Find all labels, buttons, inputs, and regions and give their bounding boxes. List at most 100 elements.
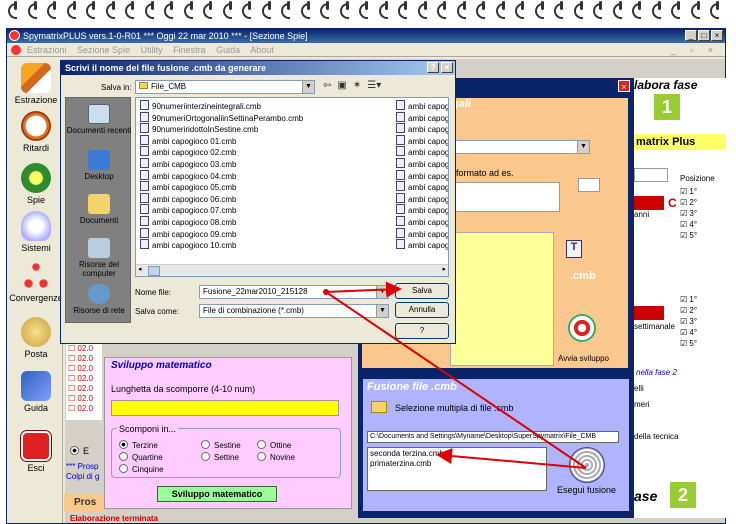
close-icon[interactable]: ×: [618, 80, 630, 92]
save-button[interactable]: Salva: [395, 283, 449, 299]
combo-small[interactable]: [634, 168, 668, 182]
file-item[interactable]: ambi capogioco 10.cmb: [140, 239, 392, 251]
draw-row[interactable]: ☐ 02.0: [66, 374, 102, 384]
panel-combo[interactable]: ▼: [450, 140, 590, 154]
toolbar-posta[interactable]: Posta: [9, 317, 63, 359]
file-item[interactable]: ambi capogi: [396, 193, 448, 205]
radio-ottine[interactable]: Ottine: [257, 440, 291, 450]
file-item[interactable]: ambi capogi: [396, 123, 448, 135]
new-folder-icon[interactable]: ✶: [353, 80, 361, 91]
toolbar-ritardi[interactable]: Ritardi: [9, 111, 63, 153]
draw-row[interactable]: ☐ 02.0: [66, 394, 102, 404]
menu-item[interactable]: Estrazioni: [27, 45, 67, 55]
filename-input[interactable]: Fusione_22mar2010_215128 ▼: [199, 285, 389, 299]
radio-settine[interactable]: Settine: [201, 452, 239, 462]
file-item[interactable]: ambi capogi: [396, 112, 448, 124]
view-menu-icon[interactable]: ☰▾: [367, 80, 381, 91]
path-field[interactable]: C:\Documents and Settings\Myname\Desktop…: [367, 431, 619, 443]
list-item[interactable]: seconda terzina.cmb: [370, 449, 544, 459]
format-field[interactable]: [450, 182, 560, 212]
radio-novine[interactable]: Novine: [257, 452, 295, 462]
menu-item[interactable]: Sezione Spie: [77, 45, 130, 55]
place-recent[interactable]: Documenti recenti: [66, 104, 132, 135]
scroll-left-icon[interactable]: ◂: [138, 265, 142, 273]
cancel-button[interactable]: Annulla: [395, 302, 449, 318]
draw-row[interactable]: ☐ 02.0: [66, 364, 102, 374]
file-item[interactable]: ambi capogioco 02.cmb: [140, 146, 392, 158]
place-desktop[interactable]: Desktop: [66, 150, 132, 181]
numbers-area[interactable]: [450, 232, 554, 366]
spiral-ring: [102, 0, 122, 22]
draw-row[interactable]: ☐ 02.0: [66, 404, 102, 414]
red-swatch-2: [634, 306, 664, 320]
file-item[interactable]: ambi capogi: [396, 170, 448, 182]
run-math-button[interactable]: Sviluppo matematico: [157, 486, 277, 502]
toolbar-convergenze[interactable]: Convergenze: [9, 261, 63, 303]
file-item[interactable]: ambi capogioco 01.cmb: [140, 135, 392, 147]
menu-item[interactable]: Utility: [141, 45, 163, 55]
file-item[interactable]: ambi capogi: [396, 181, 448, 193]
dialog-close-button[interactable]: ×: [441, 62, 453, 73]
folder-icon[interactable]: [371, 401, 387, 413]
target-icon[interactable]: [568, 314, 596, 342]
file-item[interactable]: ambi capogioco 09.cmb: [140, 228, 392, 240]
back-icon[interactable]: ⇦: [323, 80, 331, 91]
help-button[interactable]: ?: [395, 323, 449, 339]
file-item[interactable]: ambi capogioco 06.cmb: [140, 193, 392, 205]
file-item[interactable]: ambi capogi: [396, 204, 448, 216]
e-radio[interactable]: E: [70, 446, 89, 456]
radio-terzine[interactable]: Terzine: [119, 440, 158, 450]
save-in-combo[interactable]: File_CMB ▼: [135, 80, 315, 94]
file-item[interactable]: 90numeriinterzineintegrali.cmb: [140, 100, 392, 112]
file-item[interactable]: ambi capogi: [396, 100, 448, 112]
place-network[interactable]: Risorse di rete: [66, 284, 132, 315]
draw-row[interactable]: ☐ 02.0: [66, 354, 102, 364]
file-item[interactable]: ambi capogi: [396, 239, 448, 251]
file-item[interactable]: ambi capogioco 07.cmb: [140, 204, 392, 216]
toolbar-esci[interactable]: Esci: [9, 431, 63, 473]
file-item[interactable]: ambi capogi: [396, 216, 448, 228]
file-item[interactable]: ambi capogioco 03.cmb: [140, 158, 392, 170]
small-field[interactable]: [578, 178, 600, 192]
file-item[interactable]: ambi capogi: [396, 158, 448, 170]
radio-sestine[interactable]: Sestine: [201, 440, 241, 450]
file-list[interactable]: 90numeriinterzineintegrali.cmb 90numeriOr…: [135, 97, 449, 277]
minimize-button[interactable]: _: [685, 30, 697, 41]
length-input[interactable]: [111, 400, 339, 416]
toolbar-sistemi[interactable]: Sistemi: [9, 211, 63, 253]
toolbar-spie[interactable]: Spie: [9, 163, 63, 205]
file-item[interactable]: 90numeriOrtogonaliinSettinaPerambo.cmb: [140, 112, 392, 124]
maximize-button[interactable]: □: [698, 30, 710, 41]
file-item[interactable]: ambi capogioco 04.cmb: [140, 170, 392, 182]
file-item[interactable]: 90numeriridottoInSestine.cmb: [140, 123, 392, 135]
list-item[interactable]: primaterzina.cmb: [370, 459, 544, 469]
menu-item[interactable]: Guida: [216, 45, 240, 55]
menu-item[interactable]: Finestra: [173, 45, 206, 55]
place-documents[interactable]: Documenti: [66, 194, 132, 225]
place-computer[interactable]: Risorse del computer: [66, 238, 132, 278]
close-button[interactable]: ×: [711, 30, 723, 41]
scroll-right-icon[interactable]: ▸: [442, 265, 446, 273]
fusion-spiral-icon[interactable]: [569, 447, 605, 483]
menu-item[interactable]: About: [250, 45, 274, 55]
radio-cinquine[interactable]: Cinquine: [119, 464, 164, 474]
savetype-combo[interactable]: File di combinazione (*.cmb) ▼: [199, 304, 389, 318]
dialog-help-button[interactable]: ?: [427, 62, 439, 73]
position-checks-2[interactable]: ☑ 1° ☑ 2° ☑ 3° ☑ 4° ☑ 5°: [680, 294, 697, 349]
file-item[interactable]: ambi capogioco 08.cmb: [140, 216, 392, 228]
pros-tab[interactable]: Pros: [64, 494, 104, 512]
toolbar-estrazione[interactable]: Estrazione: [9, 63, 63, 105]
file-item[interactable]: ambi capogi: [396, 146, 448, 158]
draw-row[interactable]: ☐ 02.0: [66, 384, 102, 394]
file-item[interactable]: ambi capogi: [396, 228, 448, 240]
up-folder-icon[interactable]: ▣: [337, 80, 346, 91]
draw-row[interactable]: ☐ 02.0: [66, 344, 102, 354]
position-checks[interactable]: ☑ 1° ☑ 2° ☑ 3° ☑ 4° ☑ 5°: [680, 186, 697, 241]
mdi-controls[interactable]: _ ▫ ×: [671, 43, 719, 57]
toolbar-guida[interactable]: Guida: [9, 371, 63, 413]
radio-quartine[interactable]: Quartine: [119, 452, 163, 462]
selected-files-list[interactable]: seconda terzina.cmb primaterzina.cmb: [367, 447, 547, 491]
horizontal-scrollbar[interactable]: ◂ ▸: [136, 264, 448, 276]
file-item[interactable]: ambi capogi: [396, 135, 448, 147]
file-item[interactable]: ambi capogioco 05.cmb: [140, 181, 392, 193]
